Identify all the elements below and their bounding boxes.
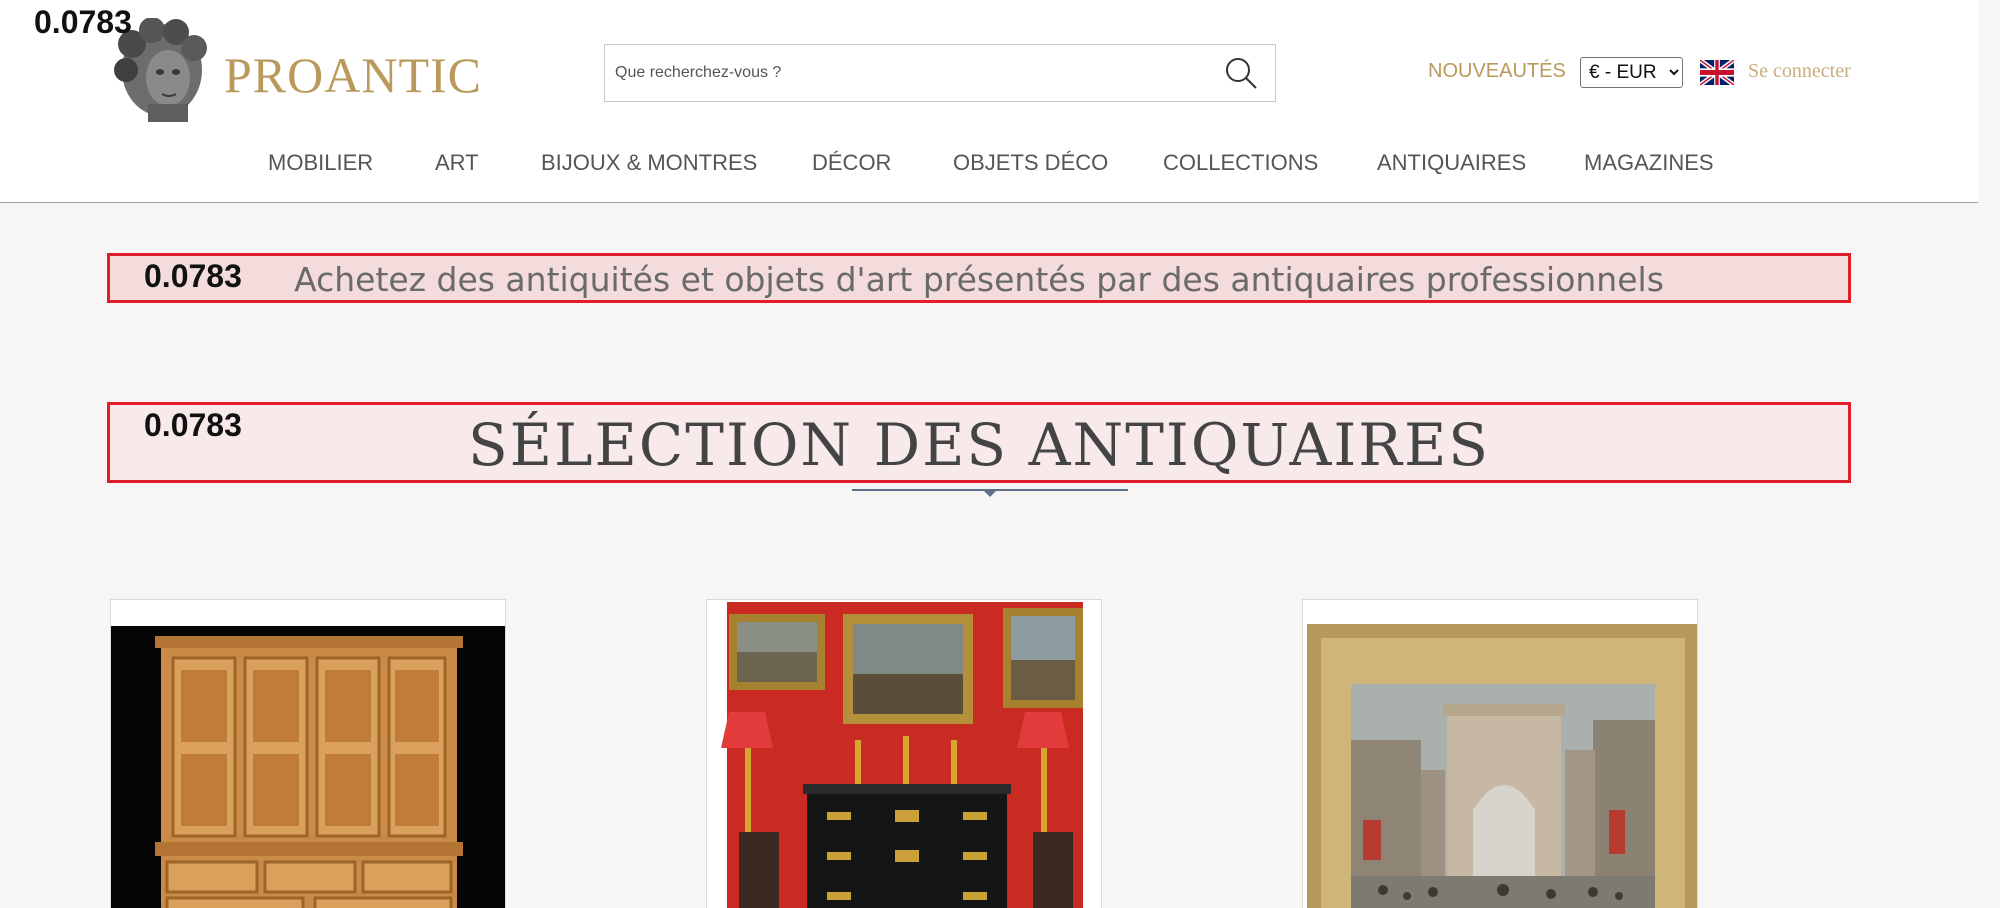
- uk-flag-icon[interactable]: [1700, 60, 1734, 85]
- product-card-commode[interactable]: [706, 599, 1102, 908]
- nouveautes-link[interactable]: NOUVEAUTÉS: [1428, 60, 1566, 83]
- nav-item-art[interactable]: ART: [435, 150, 479, 176]
- search-icon: [1226, 58, 1257, 89]
- search-input[interactable]: [615, 45, 1195, 101]
- title-underline-arrow: [983, 490, 997, 497]
- nav-item-mobilier[interactable]: MOBILIER: [268, 150, 373, 176]
- product-card-cabinet[interactable]: [110, 599, 506, 908]
- product-card-painting[interactable]: [1302, 599, 1698, 908]
- product-image-commode: [707, 600, 1101, 908]
- score-label-section: 0.0783: [144, 407, 242, 443]
- nav-item-bijoux-montres[interactable]: BIJOUX & MONTRES: [541, 150, 757, 176]
- login-link[interactable]: Se connecter: [1748, 60, 1851, 83]
- search-button[interactable]: [1221, 55, 1261, 91]
- page: PROANTIC NOUVEAUTÉS € - EUR Se connecter…: [0, 0, 1978, 908]
- nav-item-collections[interactable]: COLLECTIONS: [1163, 150, 1318, 176]
- nav-item-objets-deco[interactable]: OBJETS DÉCO: [953, 150, 1108, 176]
- section-title-banner: SÉLECTION DES ANTIQUAIRES: [107, 402, 1851, 483]
- site-header: PROANTIC NOUVEAUTÉS € - EUR Se connecter…: [0, 0, 1978, 203]
- main-nav: MOBILIER ART BIJOUX & MONTRES DÉCOR OBJE…: [0, 150, 1978, 180]
- nav-item-antiquaires[interactable]: ANTIQUAIRES: [1377, 150, 1526, 176]
- currency-select[interactable]: € - EUR: [1580, 57, 1683, 88]
- brand-logo-text[interactable]: PROANTIC: [224, 46, 482, 104]
- tagline-banner: Achetez des antiquités et objets d'art p…: [107, 253, 1851, 303]
- tagline-text: Achetez des antiquités et objets d'art p…: [294, 260, 1664, 299]
- product-image-cabinet: [111, 600, 505, 908]
- product-image-painting: [1303, 600, 1697, 908]
- nav-item-magazines[interactable]: MAGAZINES: [1584, 150, 1714, 176]
- score-label-header: 0.0783: [34, 4, 132, 40]
- nav-item-decor[interactable]: DÉCOR: [812, 150, 891, 176]
- search-box: [604, 44, 1276, 102]
- section-title: SÉLECTION DES ANTIQUAIRES: [467, 411, 1491, 479]
- score-label-tagline: 0.0783: [144, 258, 242, 294]
